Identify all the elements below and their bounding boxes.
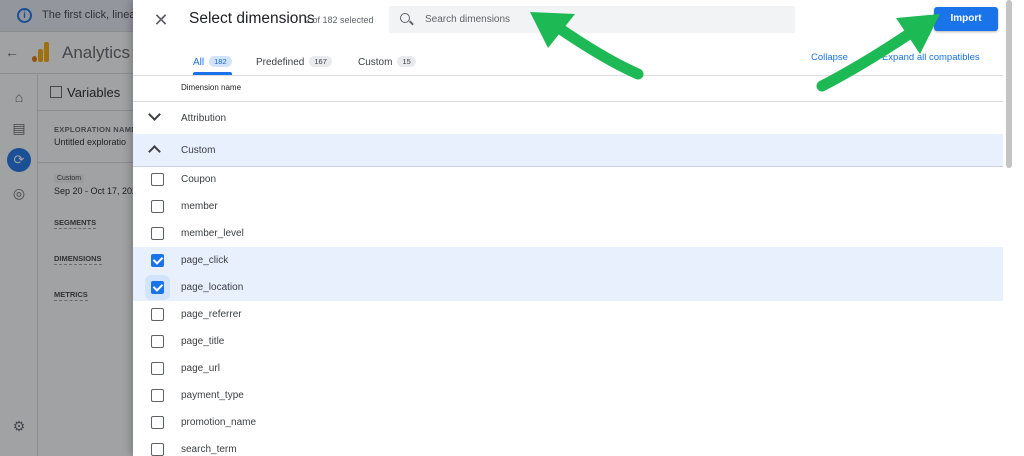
dimension-label: payment_type bbox=[181, 390, 244, 401]
scrollbar[interactable] bbox=[1005, 0, 1012, 456]
group-label: Attribution bbox=[181, 113, 227, 124]
dimension-label: page_location bbox=[181, 282, 244, 293]
dimension-label: member_level bbox=[181, 228, 244, 239]
tab-custom[interactable]: Custom 15 bbox=[358, 40, 416, 75]
list-item[interactable]: page_click bbox=[133, 247, 1003, 274]
dimension-label: promotion_name bbox=[181, 417, 257, 428]
group-custom[interactable]: Custom bbox=[133, 134, 1003, 167]
group-attribution[interactable]: Attribution bbox=[133, 102, 1003, 134]
list-item[interactable]: payment_type bbox=[133, 382, 1003, 409]
checkbox[interactable] bbox=[151, 416, 164, 429]
dimension-label: page_referrer bbox=[181, 309, 242, 320]
list-item[interactable]: page_referrer bbox=[133, 301, 1003, 328]
dimension-label: search_term bbox=[181, 444, 237, 455]
tab-count-badge: 182 bbox=[209, 56, 232, 67]
list-item[interactable]: member_level bbox=[133, 220, 1003, 247]
checkbox[interactable] bbox=[151, 362, 164, 375]
tab-label: All bbox=[193, 57, 205, 68]
dimension-label: page_url bbox=[181, 363, 220, 374]
dialog-title: Select dimensions bbox=[189, 10, 315, 27]
dimension-label: member bbox=[181, 201, 218, 212]
list-item[interactable]: page_location bbox=[133, 274, 1003, 301]
annotation-arrow-search bbox=[530, 12, 644, 80]
tab-predefined[interactable]: Predefined 167 bbox=[256, 40, 332, 75]
close-icon[interactable]: ✕ bbox=[151, 10, 171, 30]
selected-count: 2 of 182 selected bbox=[305, 15, 374, 25]
checkbox[interactable] bbox=[151, 200, 164, 213]
annotation-arrow-import bbox=[816, 14, 940, 92]
checkbox-checked[interactable] bbox=[151, 281, 164, 294]
group-label: Custom bbox=[181, 145, 216, 156]
checkbox[interactable] bbox=[151, 227, 164, 240]
list-item[interactable]: Coupon bbox=[133, 166, 1003, 193]
chevron-down-icon bbox=[148, 108, 161, 121]
list-item[interactable]: member bbox=[133, 193, 1003, 220]
list-item[interactable]: page_title bbox=[133, 328, 1003, 355]
checkbox[interactable] bbox=[151, 335, 164, 348]
checkbox[interactable] bbox=[151, 308, 164, 321]
tab-label: Custom bbox=[358, 57, 393, 68]
search-icon bbox=[400, 13, 410, 23]
dimension-label: Coupon bbox=[181, 174, 217, 185]
chevron-up-icon bbox=[148, 145, 161, 158]
tab-count-badge: 15 bbox=[397, 56, 416, 67]
tab-all[interactable]: All 182 bbox=[193, 40, 232, 75]
checkbox-checked[interactable] bbox=[151, 254, 164, 267]
tab-label: Predefined bbox=[256, 57, 305, 68]
list-item[interactable]: promotion_name bbox=[133, 409, 1003, 436]
scrollbar-thumb[interactable] bbox=[1006, 0, 1012, 168]
checkbox[interactable] bbox=[151, 443, 164, 456]
checkbox[interactable] bbox=[151, 389, 164, 402]
column-header-dimension-name: Dimension name bbox=[181, 83, 242, 92]
dimension-label: page_click bbox=[181, 255, 229, 266]
list-item[interactable]: search_term bbox=[133, 436, 1003, 456]
dimension-label: page_title bbox=[181, 336, 225, 347]
tab-count-badge: 167 bbox=[309, 56, 332, 67]
checkbox[interactable] bbox=[151, 173, 164, 186]
list-item[interactable]: page_url bbox=[133, 355, 1003, 382]
